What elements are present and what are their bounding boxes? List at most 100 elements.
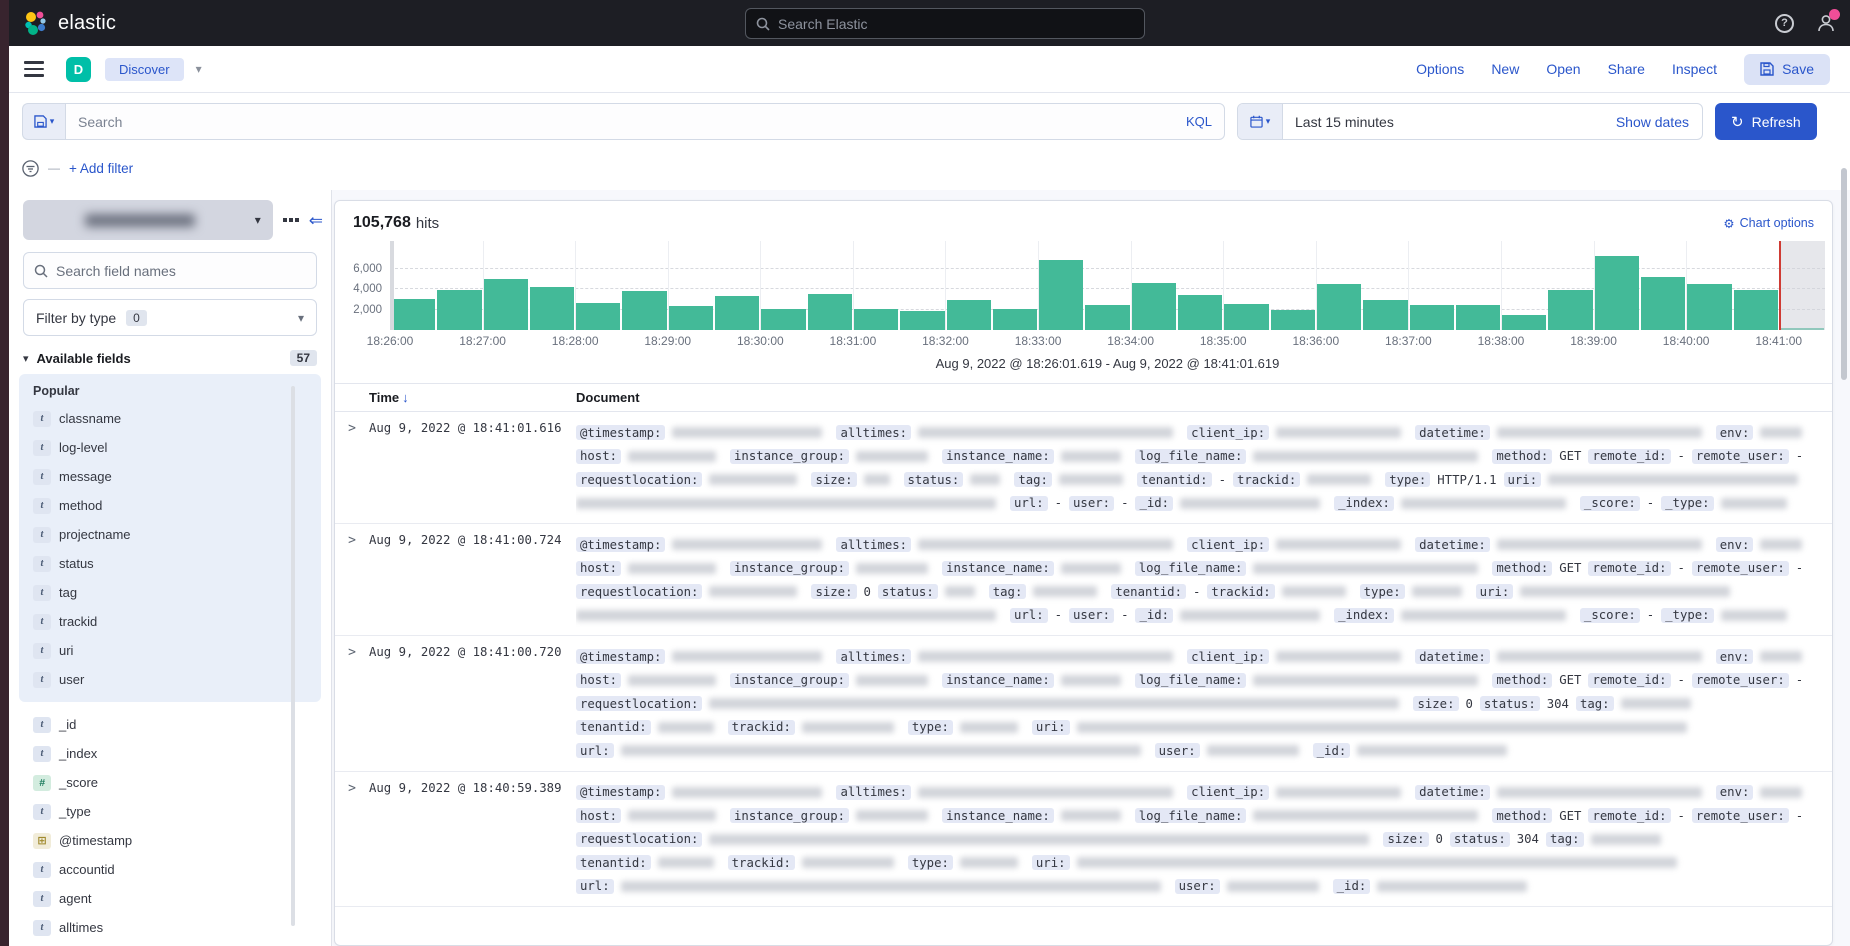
- chevron-down-icon[interactable]: ▾: [196, 62, 202, 76]
- field-item-status[interactable]: tstatus: [27, 549, 315, 578]
- collapse-sidebar-icon[interactable]: ⇐: [309, 212, 323, 229]
- redacted-value: [1276, 787, 1401, 798]
- available-fields-accordion[interactable]: ▾ Available fields 57: [23, 350, 317, 366]
- field-badge: method:: [1492, 561, 1552, 576]
- chart-options-button[interactable]: ⚙ Chart options: [1723, 216, 1814, 231]
- time-range-value[interactable]: Last 15 minutes: [1295, 114, 1394, 130]
- chevron-down-icon: ▾: [50, 116, 55, 127]
- histogram-bar-18:29:00[interactable]: [669, 306, 713, 330]
- field-item-method[interactable]: tmethod: [27, 491, 315, 520]
- global-search[interactable]: [745, 8, 1145, 39]
- field-item-message[interactable]: tmessage: [27, 462, 315, 491]
- histogram-bar-18:35:30[interactable]: [1271, 310, 1315, 330]
- field-item-_id[interactable]: t_id: [27, 710, 321, 739]
- field-item-@timestamp[interactable]: ⊞@timestamp: [27, 826, 321, 855]
- page-scrollbar[interactable]: [1841, 168, 1847, 380]
- space-badge[interactable]: D: [66, 57, 91, 82]
- expand-row-icon[interactable]: >: [335, 781, 369, 899]
- menu-icon[interactable]: [24, 61, 44, 77]
- field-item-user[interactable]: tuser: [27, 665, 315, 694]
- field-item-agent[interactable]: tagent: [27, 884, 321, 913]
- histogram-bar-18:33:30[interactable]: [1085, 305, 1129, 330]
- histogram-bar-18:29:30[interactable]: [715, 296, 759, 330]
- field-badge: type:: [1385, 472, 1430, 487]
- histogram-bar-18:37:00[interactable]: [1410, 305, 1454, 330]
- calendar-menu-button[interactable]: ▾: [1238, 104, 1283, 139]
- elastic-brand[interactable]: elastic: [23, 10, 116, 36]
- nav-link-share[interactable]: Share: [1608, 61, 1645, 77]
- histogram-bar-18:34:00[interactable]: [1132, 283, 1176, 330]
- help-icon[interactable]: ?: [1775, 14, 1794, 33]
- histogram-bar-18:26:30[interactable]: [437, 290, 481, 330]
- histogram-bar-18:34:30[interactable]: [1178, 295, 1222, 330]
- index-pattern-select[interactable]: ▾: [23, 200, 273, 240]
- filter-divider: —: [48, 161, 60, 175]
- saved-query-menu-button[interactable]: ▾: [22, 103, 65, 140]
- field-item-classname[interactable]: tclassname: [27, 404, 315, 433]
- x-axis-tick: 18:29:00: [644, 334, 691, 348]
- histogram-bar-18:39:30[interactable]: [1641, 277, 1685, 330]
- field-item-appname[interactable]: tappname: [27, 942, 321, 946]
- expand-row-icon[interactable]: >: [335, 421, 369, 515]
- histogram-bar-18:40:00[interactable]: [1687, 284, 1731, 330]
- nav-link-options[interactable]: Options: [1416, 61, 1464, 77]
- field-item-_type[interactable]: t_type: [27, 797, 321, 826]
- field-badge: size:: [811, 472, 856, 487]
- field-item-accountid[interactable]: taccountid: [27, 855, 321, 884]
- field-item-alltimes[interactable]: talltimes: [27, 913, 321, 942]
- save-button[interactable]: Save: [1744, 54, 1830, 85]
- show-dates-button[interactable]: Show dates: [1616, 114, 1689, 130]
- field-item-tag[interactable]: ttag: [27, 578, 315, 607]
- nav-link-inspect[interactable]: Inspect: [1672, 61, 1717, 77]
- kql-language-button[interactable]: KQL: [1186, 114, 1212, 129]
- histogram-bar-18:27:30[interactable]: [530, 287, 574, 330]
- field-item-log-level[interactable]: tlog-level: [27, 433, 315, 462]
- global-search-input[interactable]: [778, 16, 1134, 32]
- expand-row-icon[interactable]: >: [335, 533, 369, 627]
- field-badge: url:: [576, 879, 614, 894]
- query-input[interactable]: [78, 114, 1212, 130]
- redacted-value: [1357, 745, 1507, 756]
- histogram-bar-18:36:30[interactable]: [1363, 300, 1407, 330]
- options-dots-icon[interactable]: [283, 218, 299, 222]
- field-item-_score[interactable]: #_score: [27, 768, 321, 797]
- filter-by-type[interactable]: Filter by type 0 ▾: [23, 299, 317, 336]
- histogram-bar-18:28:00[interactable]: [576, 303, 620, 330]
- field-search-input[interactable]: [56, 263, 306, 279]
- field-item-_index[interactable]: t_index: [27, 739, 321, 768]
- histogram-bar-18:26:00[interactable]: [391, 299, 435, 330]
- field-item-projectname[interactable]: tprojectname: [27, 520, 315, 549]
- user-avatar[interactable]: [1816, 13, 1836, 33]
- x-axis-tick: 18:33:00: [1015, 334, 1062, 348]
- histogram-bar-18:30:00[interactable]: [761, 309, 805, 330]
- histogram-bar-18:28:30[interactable]: [622, 291, 666, 330]
- histogram-bar-18:35:00[interactable]: [1224, 304, 1268, 330]
- histogram-bar-18:27:00[interactable]: [484, 279, 528, 330]
- add-filter-button[interactable]: + Add filter: [69, 161, 133, 176]
- histogram-bar-18:37:30[interactable]: [1456, 305, 1500, 330]
- nav-link-open[interactable]: Open: [1546, 61, 1580, 77]
- histogram-bar-18:38:30[interactable]: [1548, 290, 1592, 330]
- histogram-bar-18:31:00[interactable]: [854, 309, 898, 330]
- breadcrumb[interactable]: Discover: [105, 58, 184, 81]
- redacted-value: [1760, 787, 1802, 798]
- sidebar-scrollbar[interactable]: [291, 386, 295, 926]
- histogram-bar-18:36:00[interactable]: [1317, 284, 1361, 330]
- expand-row-icon[interactable]: >: [335, 645, 369, 763]
- nav-link-new[interactable]: New: [1491, 61, 1519, 77]
- histogram-bar-18:40:30[interactable]: [1734, 290, 1778, 330]
- histogram-bar-18:32:30[interactable]: [993, 309, 1037, 330]
- histogram-bar-18:31:30[interactable]: [900, 311, 944, 330]
- histogram-bar-18:32:00[interactable]: [947, 300, 991, 330]
- histogram-bar-18:30:30[interactable]: [808, 294, 852, 330]
- histogram-bar-18:33:00[interactable]: [1039, 260, 1083, 330]
- field-badge: host:: [576, 561, 621, 576]
- refresh-button[interactable]: ↻ Refresh: [1715, 103, 1817, 140]
- histogram-bar-18:38:00[interactable]: [1502, 315, 1546, 330]
- field-item-uri[interactable]: turi: [27, 636, 315, 665]
- histogram-bar-18:39:00[interactable]: [1595, 256, 1639, 330]
- filter-icon[interactable]: [22, 160, 39, 177]
- redacted-value: [1760, 651, 1802, 662]
- time-column-header[interactable]: Time↓: [369, 390, 576, 405]
- field-item-trackid[interactable]: ttrackid: [27, 607, 315, 636]
